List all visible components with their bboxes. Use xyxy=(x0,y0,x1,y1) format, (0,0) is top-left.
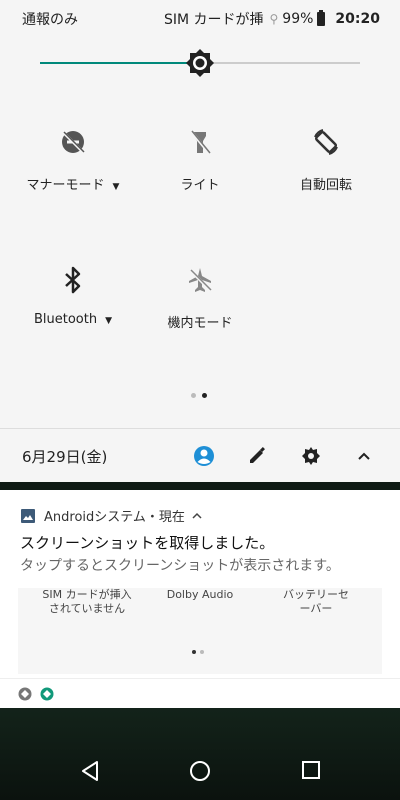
notification-app-name: Androidシステム・現在 xyxy=(44,510,185,525)
notification-title: スクリーンショットを取得しました。 xyxy=(20,534,275,552)
tile-label: 自動回転 xyxy=(299,178,352,193)
preview-page-indicator xyxy=(192,650,204,654)
tile-label: ライト xyxy=(180,178,220,193)
date-text[interactable]: 6月29日(金) xyxy=(22,446,107,467)
battery-icon xyxy=(317,10,326,26)
image-icon xyxy=(21,508,35,523)
clock: 20:20 xyxy=(335,11,380,27)
notification-header: Androidシステム・現在 xyxy=(20,506,211,525)
signal-icon: ⚲ xyxy=(269,12,279,26)
date-bar: 6月29日(金) xyxy=(0,429,400,482)
page-dot-active xyxy=(202,393,207,398)
bluetooth-icon xyxy=(65,266,81,294)
preview-text: バッテリーセ ーバー xyxy=(283,588,349,615)
expand-chevron-icon[interactable] xyxy=(191,510,203,522)
notification-icon-tray xyxy=(0,678,400,709)
airplane-mode-off-icon xyxy=(188,268,212,292)
tile-auto-rotate[interactable]: 自動回転 xyxy=(271,122,381,193)
brightness-fill xyxy=(40,62,200,64)
status-bar: 通報のみ SIM カードが挿 ⚲ 99% 20:20 xyxy=(0,0,400,36)
android-system-icon xyxy=(18,687,32,701)
battery-percent: 99% xyxy=(282,11,314,27)
user-icon[interactable] xyxy=(193,445,215,467)
preview-text: SIM カードが挿入 されていません xyxy=(42,588,132,615)
back-icon[interactable] xyxy=(80,760,100,782)
dolby-icon xyxy=(40,687,54,701)
tile-airplane-mode[interactable]: 機内モード xyxy=(145,260,255,331)
collapse-chevron-icon[interactable] xyxy=(353,445,375,467)
quick-settings-panel: 通報のみ SIM カードが挿 ⚲ 99% 20:20 マナーモード ▼ ライト … xyxy=(0,0,400,482)
home-icon[interactable] xyxy=(189,760,211,782)
chevron-down-icon[interactable]: ▼ xyxy=(113,182,120,192)
tile-flashlight[interactable]: ライト xyxy=(145,122,255,193)
screenshot-preview[interactable]: SIM カードが挿入 されていません Dolby Audio バッテリーセ ーバ… xyxy=(18,588,382,674)
page-dot xyxy=(191,393,196,398)
tile-label: Bluetooth xyxy=(33,312,98,327)
carrier-text: SIM カードが挿 xyxy=(163,12,264,28)
brightness-slider[interactable] xyxy=(40,49,360,77)
auto-rotate-icon xyxy=(314,129,338,155)
brightness-icon[interactable] xyxy=(185,48,215,78)
flashlight-off-icon xyxy=(189,130,211,154)
preview-text: Dolby Audio xyxy=(166,588,234,601)
tile-label: マナーモード xyxy=(26,178,105,193)
do-not-disturb-off-icon xyxy=(61,130,85,154)
page-indicator[interactable] xyxy=(191,393,207,398)
settings-gear-icon[interactable] xyxy=(300,445,322,467)
edit-icon[interactable] xyxy=(246,445,268,467)
navigation-bar xyxy=(0,744,400,800)
notification-mode-text: 通報のみ xyxy=(22,12,78,28)
tile-manner-mode[interactable]: マナーモード ▼ xyxy=(18,122,128,193)
screenshot-notification[interactable]: Androidシステム・現在 スクリーンショットを取得しました。 タップするとス… xyxy=(0,490,400,708)
tile-bluetooth[interactable]: Bluetooth ▼ xyxy=(18,260,128,327)
recents-icon[interactable] xyxy=(301,760,321,780)
chevron-down-icon[interactable]: ▼ xyxy=(105,316,112,326)
notification-body: タップするとスクリーンショットが表示されます。 xyxy=(20,558,340,574)
tile-label: 機内モード xyxy=(167,316,233,331)
